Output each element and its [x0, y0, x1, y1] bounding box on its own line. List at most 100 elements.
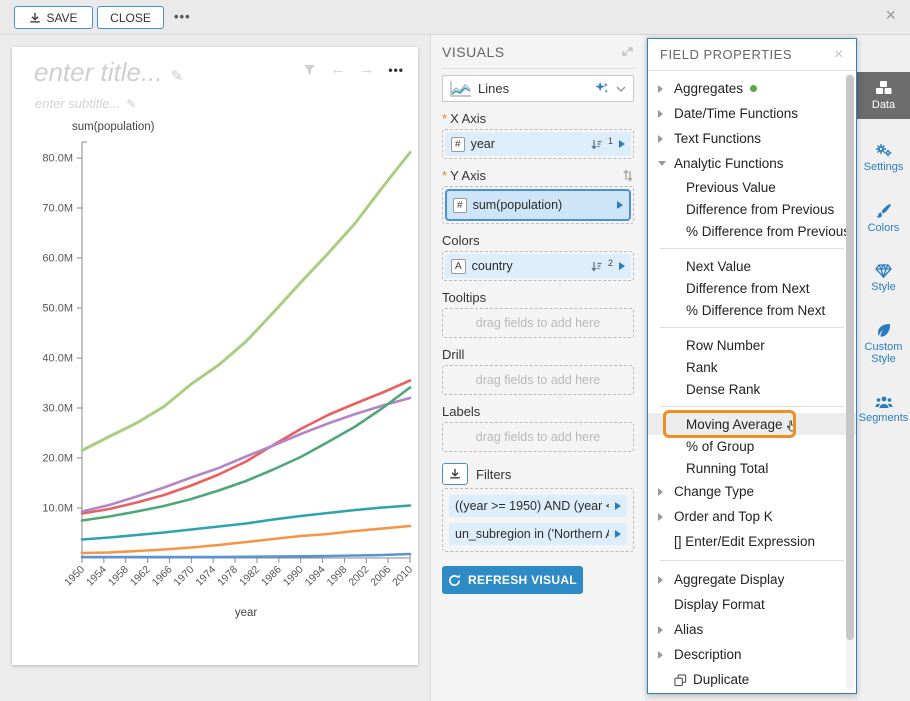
sidebar-tab-label: Settings [864, 161, 904, 173]
chart-type-select[interactable]: Lines [442, 75, 634, 102]
app-window: SAVE CLOSE ••• × enter title...✎ enter s… [0, 0, 910, 701]
expand-arrow-icon[interactable] [658, 85, 663, 93]
expand-arrow-icon[interactable] [658, 626, 663, 634]
field-property-item-rank[interactable]: Rank [648, 356, 856, 378]
y-axis-field-pill-selected[interactable]: # sum(population) [445, 189, 631, 221]
filter-pill-subregion[interactable]: un_subregion in ('Northern Af... [449, 523, 627, 545]
field-property-item-enter-edit-expression[interactable]: [] Enter/Edit Expression [648, 529, 856, 554]
field-menu-caret-icon[interactable] [615, 530, 621, 538]
field-property-label: Date/Time Functions [674, 106, 798, 121]
field-menu-caret-icon[interactable] [615, 502, 621, 510]
expand-arrow-icon[interactable] [658, 110, 663, 118]
visual-title-input[interactable]: enter title...✎ [34, 57, 183, 88]
x-axis-dropzone[interactable]: # year 1 [442, 129, 634, 159]
required-asterisk: * [442, 168, 447, 183]
edit-subtitle-pencil-icon[interactable]: ✎ [126, 97, 136, 111]
field-property-label: % Difference from Previous [686, 224, 850, 239]
filters-dropzone[interactable]: ((year >= 1950) AND (year <=... un_subre… [442, 488, 634, 552]
y-axis-dropzone[interactable]: # sum(population) [442, 186, 634, 224]
save-button[interactable]: SAVE [14, 6, 93, 29]
svg-text:40.0M: 40.0M [42, 353, 73, 365]
scrollbar-thumb[interactable] [846, 75, 854, 640]
field-property-item-date-time-functions[interactable]: Date/Time Functions [648, 101, 856, 126]
field-property-item-order-and-top-k[interactable]: Order and Top K [648, 504, 856, 529]
chart-line-series-1[interactable] [82, 153, 410, 451]
field-property-item-next-value[interactable]: Next Value [648, 255, 856, 277]
field-property-label: [] Enter/Edit Expression [674, 534, 815, 549]
field-property-item-text-functions[interactable]: Text Functions [648, 126, 856, 151]
refresh-visual-button[interactable]: REFRESH VISUAL [442, 566, 583, 594]
field-property-item-moving-average[interactable]: Moving Average [648, 413, 856, 435]
chart-line-series-7[interactable] [82, 554, 410, 557]
swap-axes-icon[interactable] [622, 169, 634, 182]
filters-download-button[interactable] [442, 463, 468, 485]
field-menu-caret-icon[interactable] [619, 262, 625, 270]
chart-line-series-4[interactable] [82, 388, 410, 521]
expand-arrow-icon[interactable] [658, 651, 663, 659]
field-property-item-display-format[interactable]: Display Format [648, 592, 856, 617]
chart-line-series-3[interactable] [82, 398, 410, 512]
diamond-icon [875, 264, 892, 278]
gear-icon [875, 143, 893, 158]
filter-funnel-icon[interactable] [303, 64, 316, 76]
collapse-arrow-icon[interactable] [658, 161, 666, 166]
save-button-label: SAVE [46, 11, 77, 25]
edit-title-pencil-icon[interactable]: ✎ [171, 68, 184, 85]
sidebar-tab-custom-style[interactable]: Custom Style [857, 315, 910, 373]
sidebar-tab-segments[interactable]: Segments [857, 387, 910, 432]
filter-pill-year-range[interactable]: ((year >= 1950) AND (year <=... [449, 495, 627, 517]
field-property-item-analytic-functions[interactable]: Analytic Functions [648, 151, 856, 176]
expand-arrow-icon[interactable] [658, 488, 663, 496]
colors-dropzone[interactable]: A country 2 [442, 251, 634, 281]
tooltips-dropzone[interactable]: drag fields to add here [442, 308, 634, 338]
field-property-item-duplicate[interactable]: Duplicate [648, 667, 856, 692]
numeric-type-icon: # [451, 137, 465, 152]
expand-panel-icon[interactable] [621, 45, 634, 58]
colors-field-pill[interactable]: A country 2 [445, 254, 631, 278]
chart-line-series-5[interactable] [82, 506, 410, 540]
forward-arrow-icon[interactable]: → [359, 61, 374, 78]
chart-more-menu-icon[interactable]: ••• [388, 63, 404, 77]
chart-line-series-6[interactable] [82, 526, 410, 553]
expand-arrow-icon[interactable] [658, 135, 663, 143]
field-property-item-aggregates[interactable]: Aggregates [648, 76, 856, 101]
scrollbar-track[interactable] [846, 73, 854, 690]
field-property-item-row-number[interactable]: Row Number [648, 334, 856, 356]
chart-line-series-2[interactable] [82, 381, 410, 514]
field-property-item-change-type[interactable]: Change Type [648, 479, 856, 504]
field-property-item-running-total[interactable]: Running Total [648, 457, 856, 479]
back-arrow-icon[interactable]: ← [330, 61, 345, 78]
field-menu-caret-icon[interactable] [617, 201, 623, 209]
sidebar-tab-settings[interactable]: Settings [857, 135, 910, 181]
svg-text:1962: 1962 [128, 564, 153, 589]
visual-subtitle-input[interactable]: enter subtitle...✎ [35, 96, 136, 111]
panel-close-icon[interactable]: × [834, 46, 844, 64]
sidebar-tab-style[interactable]: Style [857, 256, 910, 301]
field-property-item-difference-from-previous[interactable]: Difference from Previous [648, 198, 856, 220]
labels-dropzone[interactable]: drag fields to add here [442, 422, 634, 452]
field-property-item-dense-rank[interactable]: Dense Rank [648, 378, 856, 400]
field-property-item-alias[interactable]: Alias [648, 617, 856, 642]
svg-text:1966: 1966 [150, 564, 175, 589]
field-property-item-aggregate-display[interactable]: Aggregate Display [648, 567, 856, 592]
sort-order-number: 2 [608, 258, 613, 268]
close-button[interactable]: CLOSE [97, 6, 164, 29]
field-menu-caret-icon[interactable] [619, 140, 625, 148]
drill-dropzone[interactable]: drag fields to add here [442, 365, 634, 395]
field-property-item-difference-from-next[interactable]: Difference from Next [648, 277, 856, 299]
toolbar-more-menu[interactable]: ••• [174, 9, 191, 24]
expand-arrow-icon[interactable] [658, 576, 663, 584]
svg-text:1970: 1970 [171, 564, 196, 589]
sidebar-tab-colors[interactable]: Colors [857, 195, 910, 242]
field-property-item-description[interactable]: Description [648, 642, 856, 667]
field-property-label: Moving Average [686, 417, 783, 432]
line-chart[interactable]: sum(population)10.0M20.0M30.0M40.0M50.0M… [20, 118, 418, 638]
sidebar-tab-data[interactable]: Data [857, 72, 910, 119]
window-close-icon[interactable]: × [885, 6, 896, 24]
field-property-item-of-group[interactable]: % of Group [648, 435, 856, 457]
x-axis-field-pill[interactable]: # year 1 [445, 132, 631, 156]
field-property-item-difference-from-previous[interactable]: % Difference from Previous [648, 220, 856, 242]
expand-arrow-icon[interactable] [658, 513, 663, 521]
field-property-item-difference-from-next[interactable]: % Difference from Next [648, 299, 856, 321]
field-property-item-previous-value[interactable]: Previous Value [648, 176, 856, 198]
